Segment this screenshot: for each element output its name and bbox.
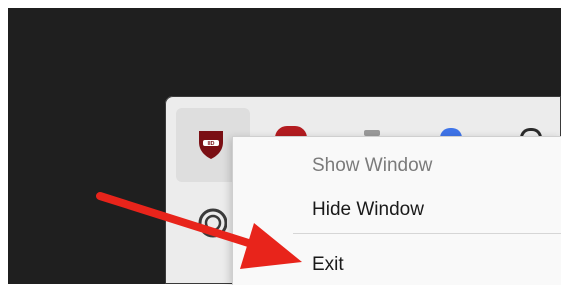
annotation-arrow-icon	[96, 192, 302, 269]
